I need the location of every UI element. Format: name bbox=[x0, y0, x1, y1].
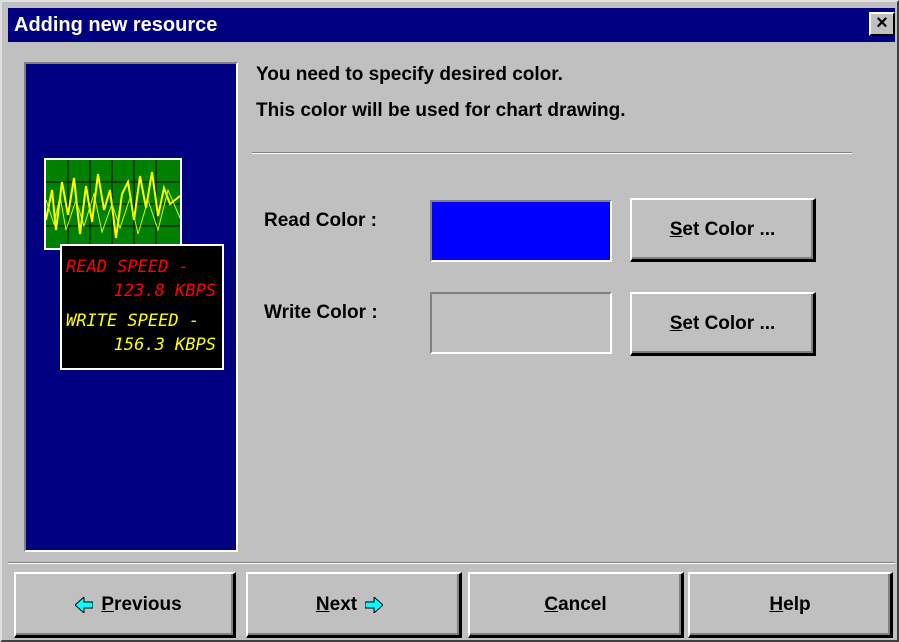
read-set-color-mnemonic: S bbox=[669, 218, 683, 240]
help-button[interactable]: Help bbox=[688, 572, 893, 638]
content-separator bbox=[252, 152, 852, 154]
next-label: ext bbox=[329, 593, 358, 615]
write-color-label: Write Color : bbox=[264, 302, 378, 323]
read-set-color-button[interactable]: Set Color ... bbox=[630, 198, 816, 262]
cancel-mnemonic: C bbox=[544, 593, 559, 615]
footer-divider bbox=[8, 562, 895, 564]
wizard-illustration-panel: READ SPEED - 123.8 KBPS WRITE SPEED - 15… bbox=[24, 62, 238, 552]
arrow-left-icon bbox=[75, 596, 94, 613]
close-icon: × bbox=[876, 12, 888, 34]
title-bar[interactable]: Adding new resource × bbox=[8, 8, 895, 42]
write-set-color-button[interactable]: Set Color ... bbox=[630, 292, 816, 356]
close-button[interactable]: × bbox=[869, 12, 895, 36]
read-speed-value: 123.8 KBPS bbox=[113, 281, 216, 301]
write-speed-label: WRITE SPEED - bbox=[66, 311, 200, 331]
arrow-right-icon bbox=[365, 596, 384, 613]
read-color-label: Read Color : bbox=[264, 210, 377, 231]
wizard-window: Adding new resource × READ SPEED - 123.8… bbox=[0, 0, 899, 642]
write-set-color-mnemonic: S bbox=[669, 312, 683, 334]
previous-button[interactable]: Previous bbox=[14, 572, 236, 638]
write-color-swatch bbox=[430, 292, 612, 354]
write-set-color-label: et Color ... bbox=[682, 312, 776, 334]
read-color-swatch bbox=[430, 200, 612, 262]
cancel-button[interactable]: Cancel bbox=[468, 572, 684, 638]
oscilloscope-graphic bbox=[44, 158, 182, 250]
next-mnemonic: N bbox=[315, 593, 330, 615]
instruction-line-2: This color will be used for chart drawin… bbox=[256, 100, 626, 121]
next-button[interactable]: Next bbox=[246, 572, 462, 638]
read-speed-label: READ SPEED - bbox=[66, 257, 189, 277]
read-set-color-label: et Color ... bbox=[682, 218, 776, 240]
speed-readout: READ SPEED - 123.8 KBPS WRITE SPEED - 15… bbox=[60, 244, 224, 370]
previous-label: revious bbox=[114, 593, 182, 615]
speed-chart-icon bbox=[45, 160, 181, 248]
previous-mnemonic: P bbox=[101, 593, 115, 615]
window-title: Adding new resource bbox=[14, 14, 218, 36]
help-label: elp bbox=[783, 593, 811, 615]
write-speed-value: 156.3 KBPS bbox=[113, 335, 216, 355]
help-mnemonic: H bbox=[769, 593, 784, 615]
cancel-label: ancel bbox=[558, 593, 607, 615]
instruction-line-1: You need to specify desired color. bbox=[256, 64, 563, 85]
